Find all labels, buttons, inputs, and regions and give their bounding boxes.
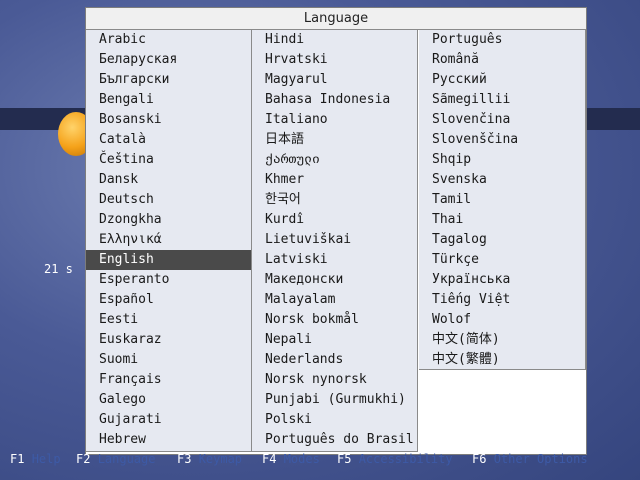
language-columns: Arabic Беларуская Български Bengali Bosanski… (86, 30, 586, 454)
language-option[interactable]: Hrvatski (252, 50, 417, 70)
dialog-title: Language (86, 8, 586, 30)
language-option[interactable]: Kurdî (252, 210, 417, 230)
fkey-f3[interactable]: F3 Keymap (177, 452, 242, 466)
language-option[interactable]: Hebrew (86, 430, 251, 450)
language-option[interactable]: Suomi (86, 350, 251, 370)
language-option[interactable]: Svenska (419, 170, 585, 190)
language-option[interactable]: Malayalam (252, 290, 417, 310)
language-option[interactable]: Ελληνικά (86, 230, 251, 250)
boot-timer: 21 s (44, 262, 73, 276)
fkey-label: Language (97, 452, 156, 466)
language-option[interactable]: Български (86, 70, 251, 90)
language-dialog: Language Arabic Беларуская Български Bengal… (85, 7, 587, 455)
language-option[interactable]: Slovenčina (419, 110, 585, 130)
language-option[interactable]: Gujarati (86, 410, 251, 430)
language-column-3: Português Română Русский Sãmegillii Slovenči… (419, 30, 586, 370)
fkey-key: F6 (472, 452, 487, 466)
language-option[interactable]: Sãmegillii (419, 90, 585, 110)
language-column-1: Arabic Беларуская Български Bengali Bosanski… (86, 30, 252, 452)
language-option[interactable]: Euskaraz (86, 330, 251, 350)
language-option[interactable]: Português (419, 30, 585, 50)
fkey-key: F5 (337, 452, 352, 466)
language-option[interactable]: Deutsch (86, 190, 251, 210)
language-option[interactable]: Nepali (252, 330, 417, 350)
fkey-key: F4 (262, 452, 277, 466)
language-option[interactable]: Magyarul (252, 70, 417, 90)
language-option[interactable]: Nederlands (252, 350, 417, 370)
language-option[interactable]: Lietuviškai (252, 230, 417, 250)
language-option[interactable]: Wolof (419, 310, 585, 330)
language-option[interactable]: Français (86, 370, 251, 390)
language-option[interactable]: Esperanto (86, 270, 251, 290)
language-option[interactable]: Slovenščina (419, 130, 585, 150)
language-option[interactable]: Македонски (252, 270, 417, 290)
language-column-2: Hindi Hrvatski Magyarul Bahasa Indonesia Ita… (252, 30, 418, 452)
fkey-f1[interactable]: F1 Help (10, 452, 61, 466)
language-option[interactable]: Norsk bokmål (252, 310, 417, 330)
language-option[interactable]: ქართული (252, 150, 417, 170)
fkey-key: F1 (10, 452, 25, 466)
language-option[interactable]: Español (86, 290, 251, 310)
language-option[interactable]: Dzongkha (86, 210, 251, 230)
language-option[interactable]: Беларуская (86, 50, 251, 70)
fkey-label: Other Options (493, 452, 588, 466)
fkey-key: F3 (177, 452, 192, 466)
language-option[interactable]: Latviski (252, 250, 417, 270)
fkey-label: Accessibility (358, 452, 453, 466)
language-option[interactable]: Bosanski (86, 110, 251, 130)
language-option[interactable]: Galego (86, 390, 251, 410)
fkey-f4[interactable]: F4 Modes (262, 452, 320, 466)
fkey-f2[interactable]: F2 Language (76, 452, 155, 466)
fkey-f6[interactable]: F6 Other Options (472, 452, 588, 466)
language-option[interactable]: Khmer (252, 170, 417, 190)
language-option[interactable]: 中文(繁體) (419, 350, 585, 370)
language-option[interactable]: Bengali (86, 90, 251, 110)
language-option[interactable]: Українська (419, 270, 585, 290)
language-option[interactable]: Shqip (419, 150, 585, 170)
fkey-label: Keymap (198, 452, 243, 466)
fkey-label: Modes (283, 452, 320, 466)
language-option[interactable]: Русский (419, 70, 585, 90)
language-option[interactable]: Punjabi (Gurmukhi) (252, 390, 417, 410)
language-option[interactable]: Türkçe (419, 250, 585, 270)
language-option[interactable]: Eesti (86, 310, 251, 330)
language-option[interactable]: Català (86, 130, 251, 150)
language-option[interactable]: Arabic (86, 30, 251, 50)
language-option[interactable]: Polski (252, 410, 417, 430)
language-option[interactable]: 한국어 (252, 190, 417, 210)
fkey-f5[interactable]: F5 Accessibility (337, 452, 453, 466)
language-option[interactable]: 中文(简体) (419, 330, 585, 350)
language-option[interactable]: Tiếng Việt (419, 290, 585, 310)
language-option[interactable]: Hindi (252, 30, 417, 50)
language-option[interactable]: Čeština (86, 150, 251, 170)
fkey-key: F2 (76, 452, 91, 466)
language-option[interactable]: Norsk nynorsk (252, 370, 417, 390)
language-option[interactable]: Thai (419, 210, 585, 230)
language-option[interactable]: Tamil (419, 190, 585, 210)
language-option[interactable]: Română (419, 50, 585, 70)
fkey-label: Help (31, 452, 61, 466)
language-option[interactable]: Italiano (252, 110, 417, 130)
language-option[interactable]: 日本語 (252, 130, 417, 150)
language-option[interactable]: Bahasa Indonesia (252, 90, 417, 110)
language-option[interactable]: English (86, 250, 251, 270)
function-key-bar: F1 Help F2 Language F3 Keymap F4 Modes F5 Ac… (0, 452, 640, 470)
language-option[interactable]: Português do Brasil (252, 430, 417, 450)
language-option[interactable]: Tagalog (419, 230, 585, 250)
language-option[interactable]: Dansk (86, 170, 251, 190)
